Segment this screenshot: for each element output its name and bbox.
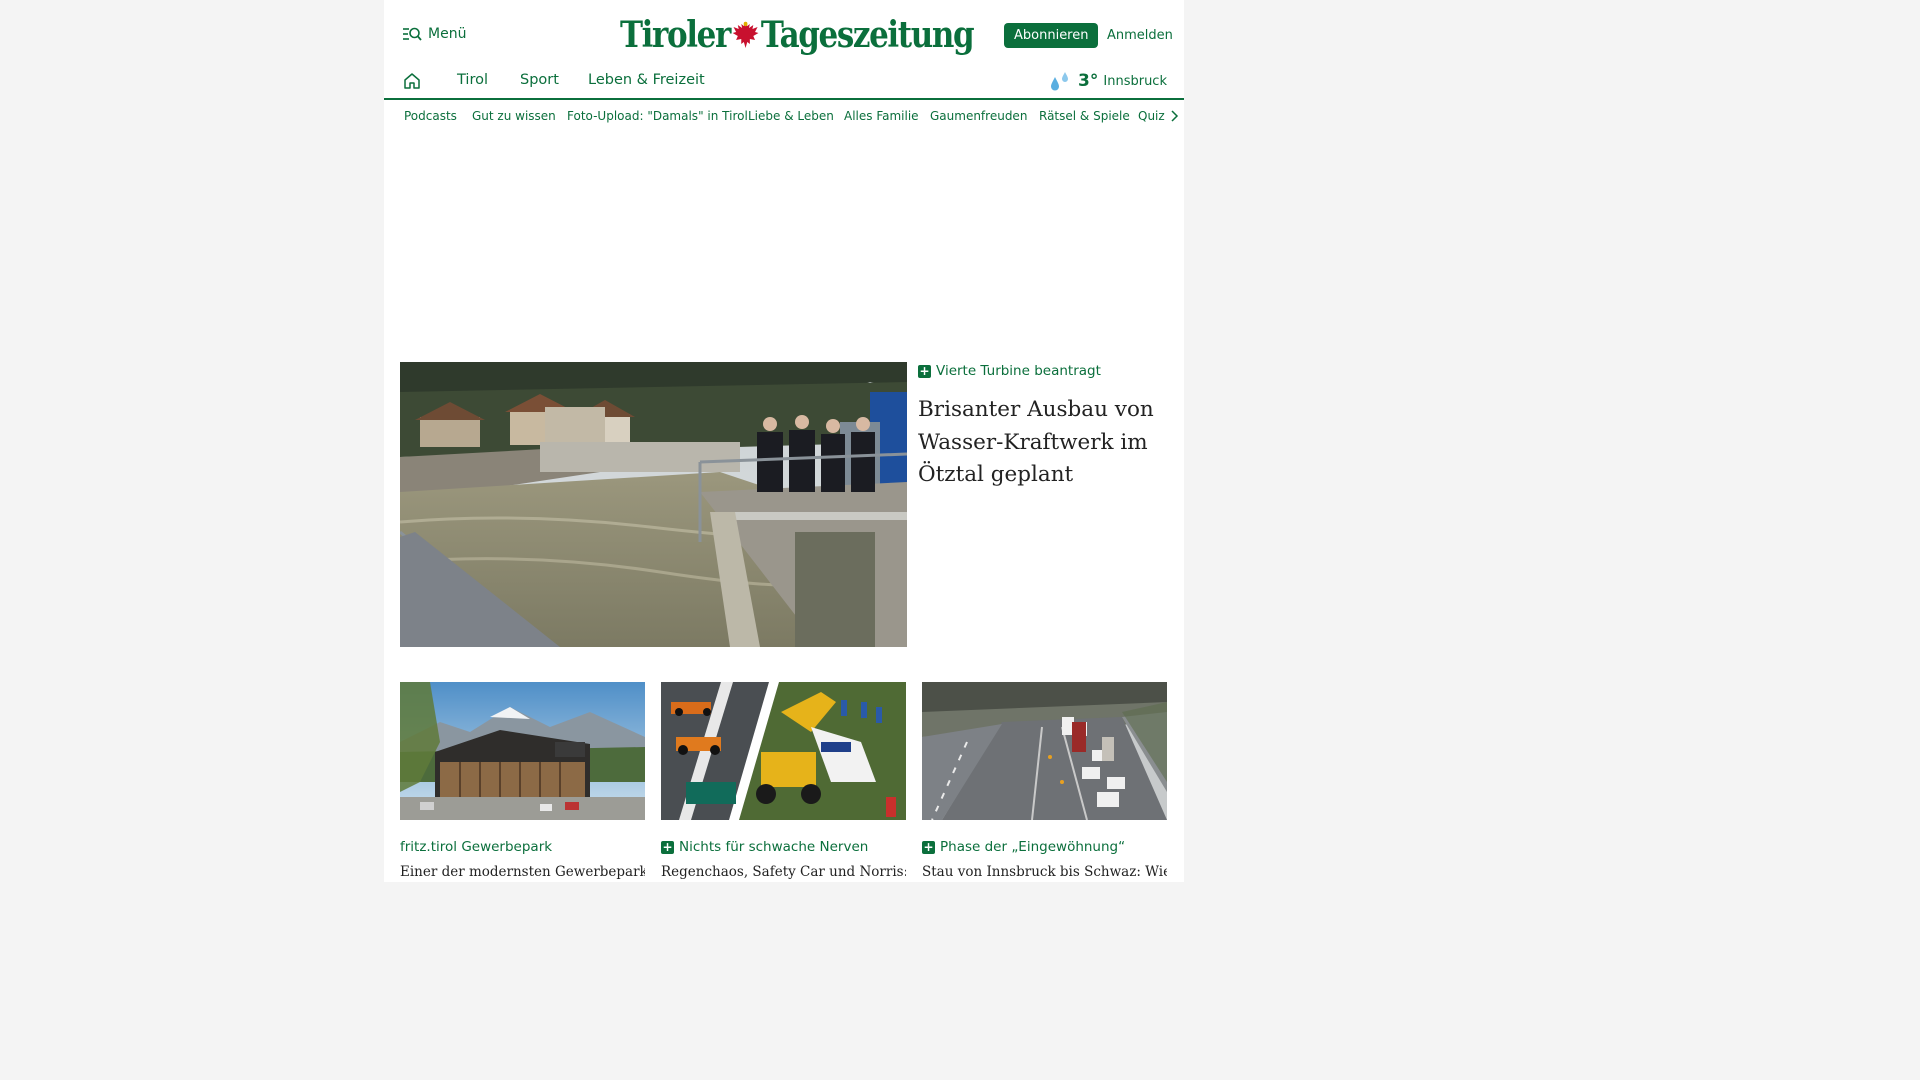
card-kicker: + Nichts für schwache Nerven xyxy=(661,839,868,855)
hero-kicker: + Vierte Turbine beantragt xyxy=(918,363,1101,379)
home-icon[interactable] xyxy=(402,72,422,90)
subnav-item-raetsel-spiele[interactable]: Rätsel & Spiele xyxy=(1039,109,1130,123)
premium-plus-icon: + xyxy=(661,840,674,854)
nav-item-sport[interactable]: Sport xyxy=(520,72,559,88)
premium-plus-icon: + xyxy=(918,364,931,378)
sub-navigation: Podcasts Gut zu wissen Foto-Upload: "Dam… xyxy=(384,100,1184,132)
nav-item-leben-freizeit[interactable]: Leben & Freizeit xyxy=(588,72,705,88)
page-container: Menü Tiroler Tageszeitung Abonnieren Anm… xyxy=(384,0,1184,882)
card-kicker: + Phase der „Eingewöhnung“ xyxy=(922,839,1125,855)
main-navigation: Tirol Sport Leben & Freizeit 3° Innsbruc… xyxy=(384,64,1184,100)
site-logo[interactable]: Tiroler Tageszeitung xyxy=(620,8,975,62)
card-kicker-text: Phase der „Eingewöhnung“ xyxy=(940,839,1126,855)
temperature: 3° xyxy=(1078,71,1099,91)
ad-placeholder xyxy=(384,134,1184,344)
tyrolean-eagle-icon xyxy=(732,21,759,48)
subnav-item-podcasts[interactable]: Podcasts xyxy=(404,109,457,123)
subnav-item-foto-upload[interactable]: Foto-Upload: "Damals" in Tirol xyxy=(567,109,748,123)
card-headline[interactable]: Stau von Innsbruck bis Schwaz: Wie xyxy=(922,864,1167,880)
subnav-item-quiz[interactable]: Quiz xyxy=(1138,109,1165,123)
card-kicker: fritz.tirol Gewerbepark xyxy=(400,839,552,855)
subnav-item-alles-familie[interactable]: Alles Familie xyxy=(844,109,919,123)
rain-drops-icon xyxy=(1051,72,1069,91)
weather-city: Innsbruck xyxy=(1103,73,1167,89)
card-headline[interactable]: Einer der modernsten Gewerbeparks xyxy=(400,864,645,880)
menu-search-icon xyxy=(403,27,422,41)
logo-text-right: Tageszeitung xyxy=(760,14,975,56)
menu-label: Menü xyxy=(428,26,467,42)
subnav-item-liebe-leben[interactable]: Liebe & Leben xyxy=(748,109,834,123)
card-kicker-text: fritz.tirol Gewerbepark xyxy=(400,839,553,855)
card-kicker-text: Nichts für schwache Nerven xyxy=(679,839,869,855)
login-link[interactable]: Anmelden xyxy=(1107,28,1173,43)
subnav-item-gut-zu-wissen[interactable]: Gut zu wissen xyxy=(472,109,556,123)
weather-widget[interactable]: 3° Innsbruck xyxy=(1048,70,1167,92)
subscribe-button[interactable]: Abonnieren xyxy=(1004,23,1099,48)
site-header: Menü Tiroler Tageszeitung Abonnieren Anm… xyxy=(384,0,1184,70)
menu-button[interactable]: Menü xyxy=(402,26,466,42)
hero-headline[interactable]: Brisanter Ausbau von Wasser-Kraftwerk im… xyxy=(918,394,1168,492)
subnav-item-gaumenfreuden[interactable]: Gaumenfreuden xyxy=(930,109,1027,123)
premium-plus-icon: + xyxy=(922,840,935,854)
hero-kicker-text: Vierte Turbine beantragt xyxy=(936,363,1101,379)
nav-item-tirol[interactable]: Tirol xyxy=(457,72,488,88)
hero-article-image[interactable] xyxy=(400,362,907,647)
card-headline[interactable]: Regenchaos, Safety Car und Norris: xyxy=(661,864,906,880)
card-image-gewerbepark[interactable] xyxy=(400,682,645,820)
chevron-right-icon[interactable] xyxy=(1169,109,1179,123)
card-image-formula1[interactable] xyxy=(661,682,906,820)
card-image-traffic-jam[interactable] xyxy=(922,682,1167,820)
logo-text-left: Tiroler xyxy=(620,14,731,56)
